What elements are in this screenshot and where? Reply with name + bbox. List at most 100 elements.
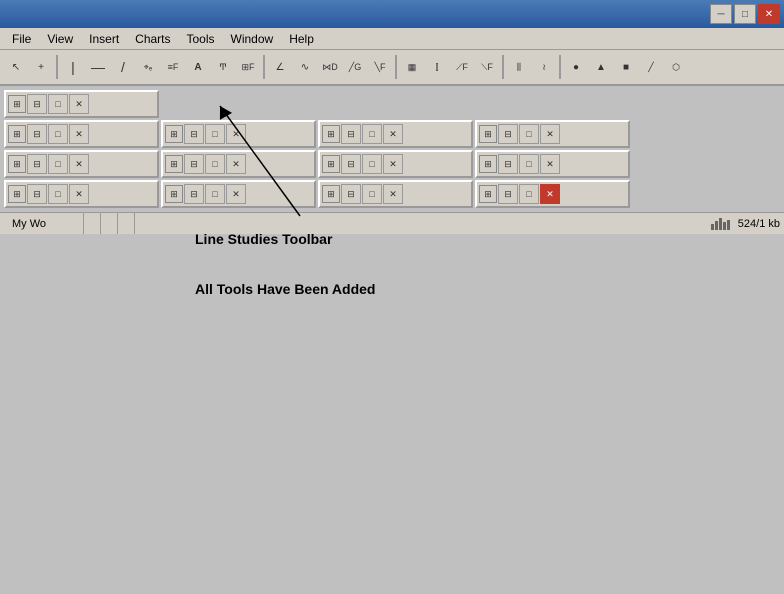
- mini-win-close-3-2[interactable]: ✕: [226, 154, 246, 174]
- mini-win-restore-3-1[interactable]: ⊟: [27, 154, 47, 174]
- mini-win-max-4-4[interactable]: □: [519, 184, 539, 204]
- mini-win-close-3-4[interactable]: ✕: [540, 154, 560, 174]
- maximize-button[interactable]: □: [734, 4, 756, 24]
- mini-win-restore-4-4[interactable]: ⊟: [498, 184, 518, 204]
- mini-win-close-4-1[interactable]: ✕: [69, 184, 89, 204]
- mini-win-close-4-2[interactable]: ✕: [226, 184, 246, 204]
- mini-win-restore-3-3[interactable]: ⊟: [341, 154, 361, 174]
- mini-win-max-2-3[interactable]: □: [362, 124, 382, 144]
- toolbar-sep-4: [502, 55, 504, 79]
- tool-fan-btn[interactable]: ╱G: [343, 54, 367, 80]
- mini-win-max-2-1[interactable]: □: [48, 124, 68, 144]
- menu-file[interactable]: File: [4, 30, 39, 48]
- mini-win-max-3-1[interactable]: □: [48, 154, 68, 174]
- mini-window-2-3: ⊞ ⊟ □ ✕: [318, 120, 473, 148]
- cursor-tool-btn[interactable]: ↖: [4, 54, 28, 80]
- menu-window[interactable]: Window: [223, 30, 282, 48]
- angle-btn[interactable]: ∠: [268, 54, 292, 80]
- mini-win-restore-2-1[interactable]: ⊟: [27, 124, 47, 144]
- mini-win-close-2-4[interactable]: ✕: [540, 124, 560, 144]
- mini-win-restore-2-4[interactable]: ⊟: [498, 124, 518, 144]
- status-seg-2: [84, 213, 101, 234]
- close-button[interactable]: ✕: [758, 4, 780, 24]
- mini-win-restore-2-2[interactable]: ⊟: [184, 124, 204, 144]
- bottom-panel: ⊞ ⊟ □ ✕ ⊞ ⊟ □ ✕ ⊞ ⊟ □ ✕ ⊞ ⊟ □: [0, 86, 784, 212]
- mini-win-close-2-3[interactable]: ✕: [383, 124, 403, 144]
- mini-win-icon-2-1: ⊞: [8, 125, 26, 143]
- chart-info: 524/1 kb: [738, 218, 780, 230]
- mini-win-max-4-2[interactable]: □: [205, 184, 225, 204]
- bar-seg-2: [715, 221, 718, 230]
- tool-diag1-btn[interactable]: ⟋F: [450, 54, 474, 80]
- tool-t-btn[interactable]: Ͳ: [211, 54, 235, 80]
- mini-window-3-2: ⊞ ⊟ □ ✕: [161, 150, 316, 178]
- mini-win-restore-2-3[interactable]: ⊟: [341, 124, 361, 144]
- mini-win-restore-3-4[interactable]: ⊟: [498, 154, 518, 174]
- tool-diag-btn[interactable]: ╱: [639, 54, 663, 80]
- title-bar-controls: ─ □ ✕: [710, 4, 780, 24]
- mini-win-close-2-1[interactable]: ✕: [69, 124, 89, 144]
- mini-win-max-2-2[interactable]: □: [205, 124, 225, 144]
- triangle-btn[interactable]: ▲: [589, 54, 613, 80]
- tool-f-btn[interactable]: ≡F: [161, 54, 185, 80]
- status-seg-3: [101, 213, 118, 234]
- tool-extra-btn[interactable]: ⬡: [664, 54, 688, 80]
- menu-charts[interactable]: Charts: [127, 30, 178, 48]
- mini-win-max-2-4[interactable]: □: [519, 124, 539, 144]
- mini-win-max-3-3[interactable]: □: [362, 154, 382, 174]
- horizontal-line-btn[interactable]: —: [86, 54, 110, 80]
- mini-window-3-4: ⊞ ⊟ □ ✕: [475, 150, 630, 178]
- rectangle-btn[interactable]: ■: [614, 54, 638, 80]
- mini-window-1-1: ⊞ ⊟ □ ✕: [4, 90, 159, 118]
- wave-btn[interactable]: ∿: [293, 54, 317, 80]
- bar-seg-1: [711, 224, 714, 230]
- mini-win-restore-4-2[interactable]: ⊟: [184, 184, 204, 204]
- mini-window-row-1: ⊞ ⊟ □ ✕: [4, 90, 780, 118]
- mini-win-icon-4-2: ⊞: [165, 185, 183, 203]
- menu-tools[interactable]: Tools: [179, 30, 223, 48]
- toolbar-line-studies: ↖ + | — / ⌖ₑ ≡F A Ͳ ⊞F ∠ ∿ ⋈D ╱G ╲F ▦ ⫿ …: [0, 50, 784, 86]
- mini-window-2-1: ⊞ ⊟ □ ✕: [4, 120, 159, 148]
- mini-win-max-4-3[interactable]: □: [362, 184, 382, 204]
- tool-vert-btn[interactable]: ⫿: [425, 54, 449, 80]
- tool-fib-btn[interactable]: ⋈D: [318, 54, 342, 80]
- tool-wave2-btn[interactable]: ≀: [532, 54, 556, 80]
- mini-win-close-4-3[interactable]: ✕: [383, 184, 403, 204]
- tool-arc-btn[interactable]: ╲F: [368, 54, 392, 80]
- status-bar: My Wo 524/1 kb: [0, 212, 784, 234]
- tool-fp-btn[interactable]: ⊞F: [236, 54, 260, 80]
- crosshair-tool-btn[interactable]: +: [29, 54, 53, 80]
- mini-window-2-2: ⊞ ⊟ □ ✕: [161, 120, 316, 148]
- mini-win-icon-4-1: ⊞: [8, 185, 26, 203]
- mini-win-max-3-4[interactable]: □: [519, 154, 539, 174]
- mini-win-close-active-btn[interactable]: ✕: [540, 184, 560, 204]
- mini-win-close-2-2[interactable]: ✕: [226, 124, 246, 144]
- tool-bars-btn[interactable]: ⫼: [507, 54, 531, 80]
- tool-grid-btn[interactable]: ▦: [400, 54, 424, 80]
- mini-win-max-1[interactable]: □: [48, 94, 68, 114]
- menu-help[interactable]: Help: [281, 30, 322, 48]
- mini-win-icon-1: ⊞: [8, 95, 26, 113]
- mini-win-close-3-1[interactable]: ✕: [69, 154, 89, 174]
- trend-line-btn[interactable]: /: [111, 54, 135, 80]
- mini-win-close-3-3[interactable]: ✕: [383, 154, 403, 174]
- mini-window-row-3: ⊞ ⊟ □ ✕ ⊞ ⊟ □ ✕ ⊞ ⊟ □ ✕ ⊞ ⊟ □ ✕: [4, 150, 780, 178]
- mini-win-max-4-1[interactable]: □: [48, 184, 68, 204]
- menu-view[interactable]: View: [39, 30, 81, 48]
- status-seg-4: [118, 213, 135, 234]
- mini-win-icon-3-2: ⊞: [165, 155, 183, 173]
- mini-win-restore-4-3[interactable]: ⊟: [341, 184, 361, 204]
- tool-e-btn[interactable]: ⌖ₑ: [136, 54, 160, 80]
- mini-win-max-3-2[interactable]: □: [205, 154, 225, 174]
- text-btn[interactable]: A: [186, 54, 210, 80]
- ellipse-btn[interactable]: ●: [564, 54, 588, 80]
- mini-win-restore-3-2[interactable]: ⊟: [184, 154, 204, 174]
- vertical-line-btn[interactable]: |: [61, 54, 85, 80]
- menu-insert[interactable]: Insert: [81, 30, 127, 48]
- mini-win-restore-4-1[interactable]: ⊟: [27, 184, 47, 204]
- minimize-button[interactable]: ─: [710, 4, 732, 24]
- mini-win-close-1[interactable]: ✕: [69, 94, 89, 114]
- mini-win-restore-1[interactable]: ⊟: [27, 94, 47, 114]
- tool-diag2-btn[interactable]: ⟍F: [475, 54, 499, 80]
- bar-seg-5: [727, 220, 730, 230]
